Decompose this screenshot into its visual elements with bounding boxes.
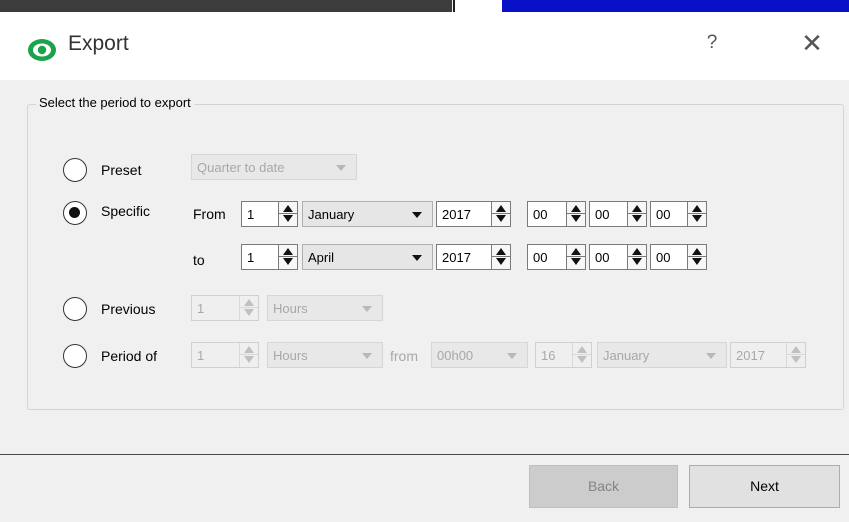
from-month-select[interactable]: January — [302, 201, 433, 227]
period-unit-select[interactable]: Hours — [267, 342, 383, 368]
period-from-label: from — [390, 348, 418, 364]
chevron-down-icon — [706, 353, 716, 359]
chevron-down-icon — [412, 212, 422, 218]
preset-label: Preset — [101, 162, 142, 178]
from-year-spinbox[interactable]: 2017 — [436, 201, 511, 227]
previous-unit-select[interactable]: Hours — [267, 295, 383, 321]
period-of-label: Period of — [101, 348, 158, 364]
to-minute-spinbox[interactable]: 00 — [589, 244, 647, 270]
preset-select[interactable]: Quarter to date — [191, 154, 357, 180]
previous-radio[interactable] — [63, 297, 87, 321]
from-hour-spinbox[interactable]: 00 — [527, 201, 586, 227]
period-count-spinbox[interactable]: 1 — [191, 342, 259, 368]
specific-label: Specific — [101, 203, 151, 219]
from-day-spinbox[interactable]: 1 — [241, 201, 298, 227]
chevron-down-icon — [507, 353, 517, 359]
next-button[interactable]: Next — [689, 465, 840, 508]
to-month-select[interactable]: April — [302, 244, 433, 270]
specific-radio[interactable] — [63, 201, 87, 225]
background-window-strip — [0, 0, 849, 12]
from-label: From — [193, 206, 226, 222]
question-icon[interactable]: ? — [700, 32, 724, 58]
groupbox-title: Select the period to export — [36, 95, 194, 110]
dialog-titlebar: Export ? ✕ — [0, 12, 849, 80]
to-year-spinbox[interactable]: 2017 — [436, 244, 511, 270]
dialog-body: Select the period to export Preset Quart… — [0, 80, 849, 454]
from-minute-spinbox[interactable]: 00 — [589, 201, 647, 227]
period-year-spinbox[interactable]: 2017 — [730, 342, 806, 368]
period-time-select[interactable]: 00h00 — [431, 342, 528, 368]
dialog-footer: Back Next — [0, 454, 849, 522]
from-second-spinbox[interactable]: 00 — [650, 201, 707, 227]
previous-label: Previous — [101, 301, 156, 317]
chevron-down-icon — [336, 165, 346, 171]
chevron-down-icon — [362, 353, 372, 359]
to-hour-spinbox[interactable]: 00 — [527, 244, 586, 270]
to-day-spinbox[interactable]: 1 — [241, 244, 298, 270]
previous-count-spinbox[interactable]: 1 — [191, 295, 259, 321]
period-day-spinbox[interactable]: 16 — [535, 342, 592, 368]
chevron-down-icon — [362, 306, 372, 312]
period-of-radio[interactable] — [63, 344, 87, 368]
period-month-select[interactable]: January — [597, 342, 727, 368]
to-label: to — [193, 252, 205, 268]
chevron-down-icon — [412, 255, 422, 261]
eye-icon — [28, 39, 56, 61]
preset-radio[interactable] — [63, 158, 87, 182]
dialog-title: Export — [68, 32, 129, 55]
to-second-spinbox[interactable]: 00 — [650, 244, 707, 270]
back-button[interactable]: Back — [529, 465, 678, 508]
close-icon[interactable]: ✕ — [797, 28, 827, 60]
